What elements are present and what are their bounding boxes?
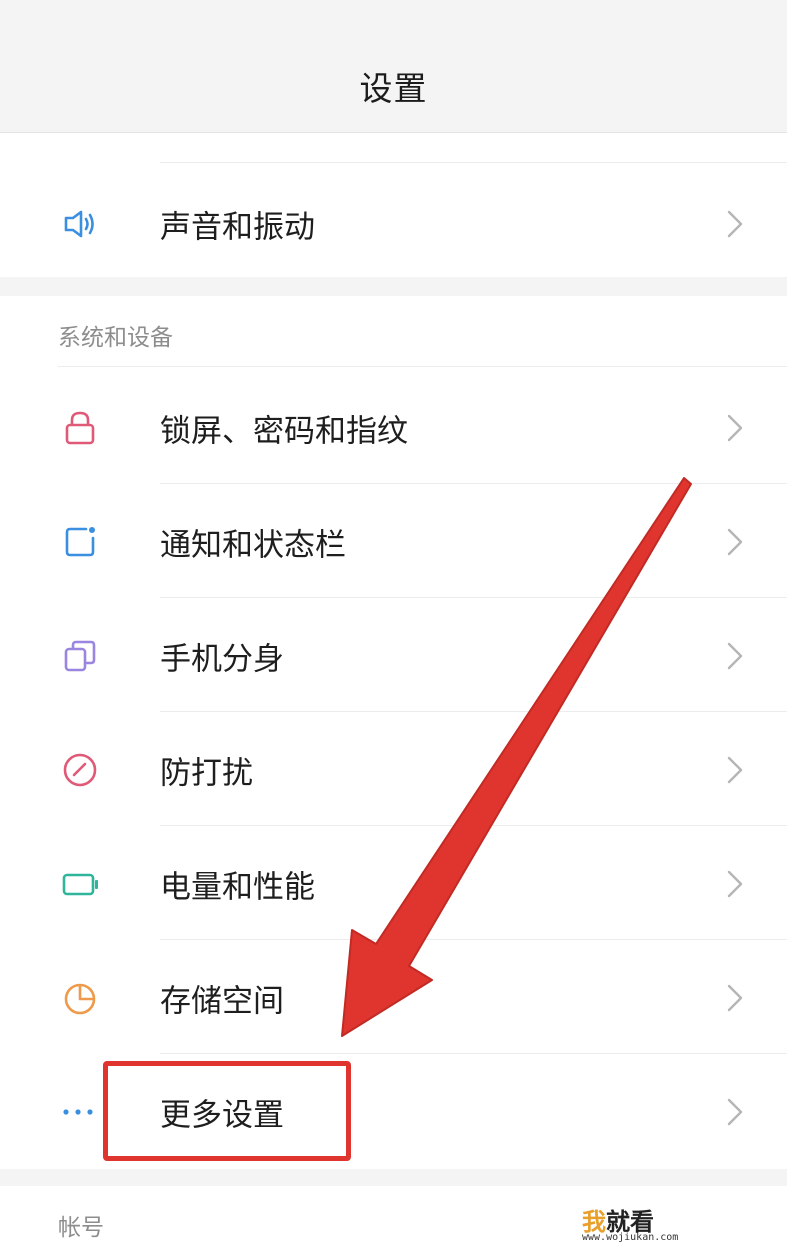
settings-item-battery[interactable]: 电量和性能 <box>0 827 787 940</box>
chevron-right-icon <box>727 210 743 237</box>
settings-item-lockscreen[interactable]: 锁屏、密码和指纹 <box>0 371 787 484</box>
dual-phone-icon <box>64 640 96 671</box>
divider <box>58 366 787 367</box>
chevron-right-icon <box>727 756 743 783</box>
settings-item-label: 电量和性能 <box>160 869 315 905</box>
settings-item-sound-vibration[interactable]: 声音和振动 <box>0 167 787 280</box>
chevron-right-icon <box>727 642 743 669</box>
settings-item-label: 声音和振动 <box>160 209 315 245</box>
divider <box>160 162 787 163</box>
section-title-account: 帐号 <box>58 1215 104 1241</box>
settings-item-label: 存储空间 <box>160 983 284 1019</box>
speaker-icon <box>64 210 94 237</box>
settings-card-top: 声音和振动 <box>0 133 787 277</box>
settings-card-system: 系统和设备 锁屏、密码和指纹 通知和状态栏 手机分身 防打扰 电量和性能 存储空… <box>0 296 787 1169</box>
chevron-right-icon <box>727 528 743 555</box>
chevron-right-icon <box>727 1098 743 1125</box>
title-bar: 设置 <box>0 0 787 133</box>
divider <box>160 483 787 484</box>
divider <box>160 939 787 940</box>
divider <box>160 1053 787 1054</box>
lock-icon <box>65 411 95 444</box>
divider <box>160 711 787 712</box>
settings-item-storage[interactable]: 存储空间 <box>0 941 787 1054</box>
settings-item-label: 通知和状态栏 <box>160 527 346 563</box>
divider <box>160 597 787 598</box>
settings-item-notifications[interactable]: 通知和状态栏 <box>0 485 787 598</box>
notification-icon <box>65 526 95 556</box>
settings-item-do-not-disturb[interactable]: 防打扰 <box>0 713 787 826</box>
section-title-system: 系统和设备 <box>58 325 173 351</box>
battery-icon <box>62 873 98 895</box>
chevron-right-icon <box>727 414 743 441</box>
settings-item-dual-apps[interactable]: 手机分身 <box>0 599 787 712</box>
page-title: 设置 <box>359 69 428 108</box>
settings-item-label: 防打扰 <box>160 755 253 791</box>
chevron-right-icon <box>727 984 743 1011</box>
annotation-highlight-box <box>103 1061 351 1161</box>
watermark: 我就看 www.wojiukan.com <box>582 1202 722 1248</box>
storage-pie-icon <box>64 983 96 1014</box>
more-dots-icon <box>63 1108 93 1115</box>
watermark-url: www.wojiukan.com <box>582 1232 679 1243</box>
divider <box>160 825 787 826</box>
do-not-disturb-icon <box>63 753 97 786</box>
chevron-right-icon <box>727 870 743 897</box>
settings-item-label: 锁屏、密码和指纹 <box>160 413 408 449</box>
settings-item-label: 手机分身 <box>160 641 284 677</box>
